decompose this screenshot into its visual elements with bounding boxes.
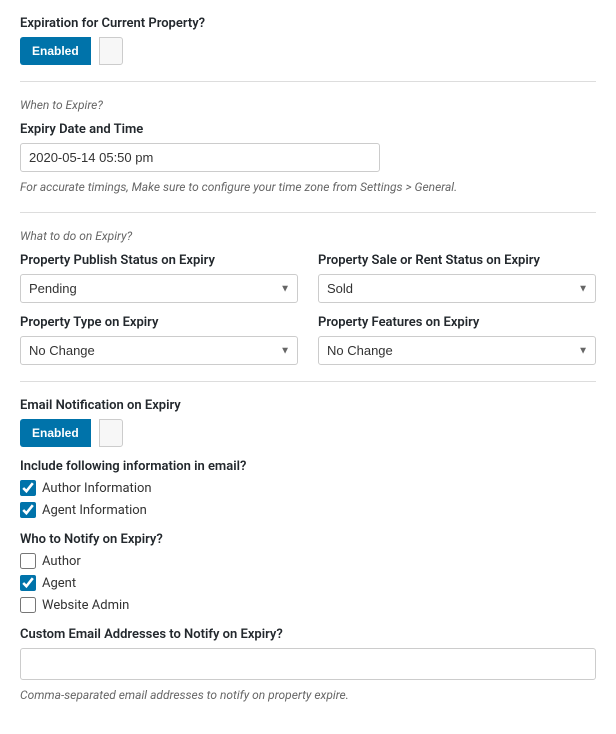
notify-agent-checkbox[interactable] <box>20 575 36 591</box>
type-on-expiry-wrapper: No Change Residential Commercial ▼ <box>20 336 298 365</box>
notify-admin-label: Website Admin <box>42 598 129 613</box>
email-enabled-button[interactable]: Enabled <box>20 419 91 447</box>
include-info-label: Include following information in email? <box>20 459 596 474</box>
author-info-checkbox[interactable] <box>20 480 36 496</box>
agent-info-checkbox[interactable] <box>20 502 36 518</box>
publish-status-label: Property Publish Status on Expiry <box>20 253 298 268</box>
features-on-expiry-label: Property Features on Expiry <box>318 315 596 330</box>
type-on-expiry-label: Property Type on Expiry <box>20 315 298 330</box>
expiry-date-input[interactable] <box>20 143 380 172</box>
agent-info-label: Agent Information <box>42 503 147 518</box>
who-to-notify-label: Who to Notify on Expiry? <box>20 532 596 547</box>
sale-rent-status-label: Property Sale or Rent Status on Expiry <box>318 253 596 268</box>
publish-status-select[interactable]: Pending Published Draft No Change <box>20 274 298 303</box>
notify-author-row: Author <box>20 553 596 569</box>
enabled-button[interactable]: Enabled <box>20 37 91 65</box>
notify-agent-row: Agent <box>20 575 596 591</box>
notify-author-checkbox[interactable] <box>20 553 36 569</box>
notify-admin-checkbox[interactable] <box>20 597 36 613</box>
sale-rent-wrapper: Sold For Sale For Rent No Change ▼ <box>318 274 596 303</box>
custom-email-input[interactable] <box>20 648 596 680</box>
when-to-expire-subtitle: When to Expire? <box>20 98 596 112</box>
author-info-label: Author Information <box>42 481 152 496</box>
notify-agent-label: Agent <box>42 576 76 591</box>
email-toggle-box <box>99 419 123 447</box>
publish-status-wrapper: Pending Published Draft No Change ▼ <box>20 274 298 303</box>
features-wrapper: No Change Featured Not Featured ▼ <box>318 336 596 365</box>
custom-email-hint: Comma-separated email addresses to notif… <box>20 686 596 704</box>
divider-2 <box>20 212 596 213</box>
expiry-date-label: Expiry Date and Time <box>20 122 596 137</box>
divider-1 <box>20 81 596 82</box>
custom-email-label: Custom Email Addresses to Notify on Expi… <box>20 627 596 642</box>
author-info-row: Author Information <box>20 480 596 496</box>
email-notification-label: Email Notification on Expiry <box>20 398 596 413</box>
divider-3 <box>20 381 596 382</box>
notify-author-label: Author <box>42 554 81 569</box>
notify-admin-row: Website Admin <box>20 597 596 613</box>
type-on-expiry-select[interactable]: No Change Residential Commercial <box>20 336 298 365</box>
expiry-date-hint: For accurate timings, Make sure to confi… <box>20 178 596 196</box>
features-select[interactable]: No Change Featured Not Featured <box>318 336 596 365</box>
expiration-title: Expiration for Current Property? <box>20 16 596 31</box>
sale-rent-select[interactable]: Sold For Sale For Rent No Change <box>318 274 596 303</box>
enabled-toggle-box <box>99 37 123 65</box>
agent-info-row: Agent Information <box>20 502 596 518</box>
what-to-do-subtitle: What to do on Expiry? <box>20 229 596 243</box>
